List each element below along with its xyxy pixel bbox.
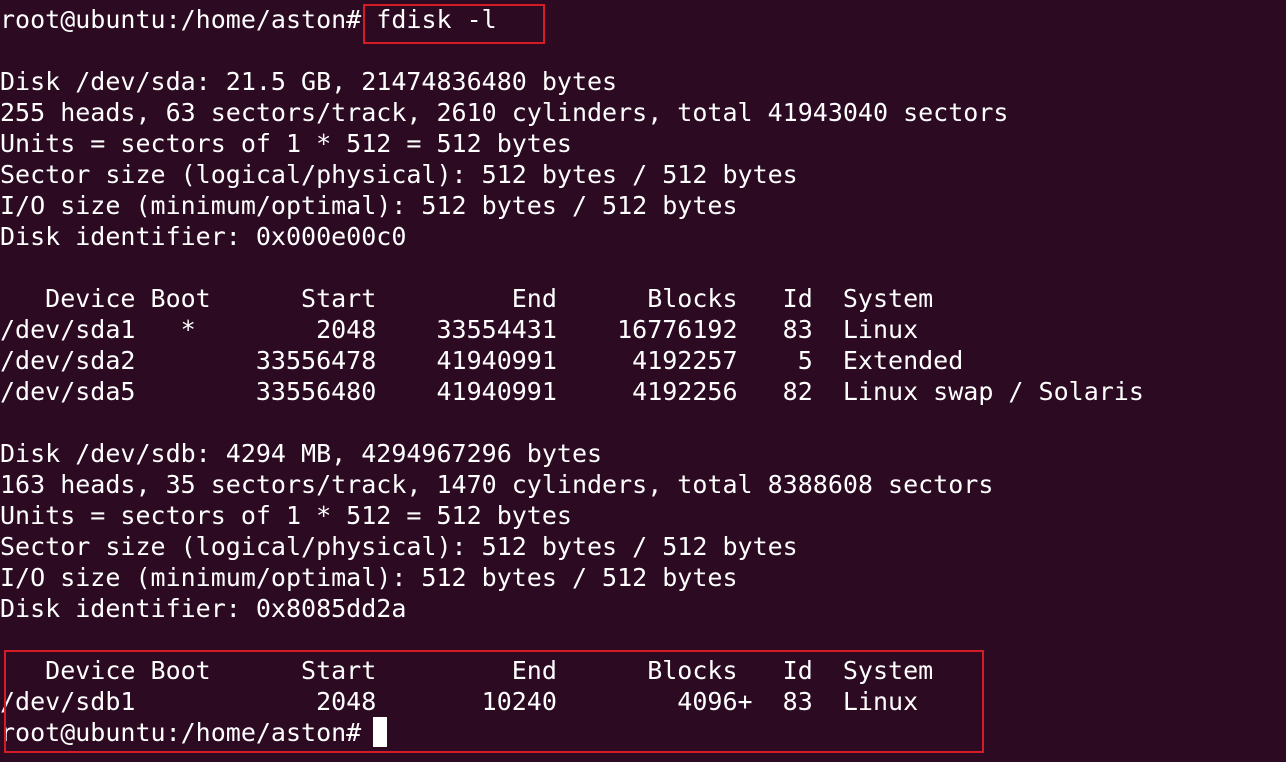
command-text: fdisk -l [376, 5, 497, 34]
text-cursor [373, 717, 388, 747]
output-line: I/O size (minimum/optimal): 512 bytes / … [0, 563, 738, 592]
partition-row: /dev/sda1 * 2048 33554431 16776192 83 Li… [0, 315, 919, 344]
partition-row: /dev/sda2 33556478 41940991 4192257 5 Ex… [0, 346, 964, 375]
output-line: 255 heads, 63 sectors/track, 2610 cylind… [0, 98, 1009, 127]
command-line: root@ubuntu:/home/aston# fdisk -l [0, 4, 497, 35]
output-line: Units = sectors of 1 * 512 = 512 bytes [0, 501, 572, 530]
output-line: I/O size (minimum/optimal): 512 bytes / … [0, 191, 738, 220]
output-line: Sector size (logical/physical): 512 byte… [0, 532, 798, 561]
output-line: Disk identifier: 0x000e00c0 [0, 222, 407, 251]
output-line: Disk /dev/sdb: 4294 MB, 4294967296 bytes [0, 439, 603, 468]
output-line: Disk /dev/sda: 21.5 GB, 21474836480 byte… [0, 67, 618, 96]
final-prompt-line[interactable]: root@ubuntu:/home/aston# [0, 717, 388, 748]
terminal-window[interactable]: root@ubuntu:/home/aston# fdisk -l Disk /… [0, 0, 1286, 762]
output-line: Units = sectors of 1 * 512 = 512 bytes [0, 129, 572, 158]
output-line: Sector size (logical/physical): 512 byte… [0, 160, 798, 189]
partition-row: /dev/sda5 33556480 41940991 4192256 82 L… [0, 377, 1144, 406]
output-line: Disk identifier: 0x8085dd2a [0, 594, 407, 623]
final-prompt: root@ubuntu:/home/aston# [0, 718, 362, 747]
partition-table-header: Device Boot Start End Blocks Id System [0, 284, 934, 313]
output-line: 163 heads, 35 sectors/track, 1470 cylind… [0, 470, 994, 499]
command-prompt: root@ubuntu:/home/aston# [0, 5, 362, 34]
partition-row: /dev/sdb1 2048 10240 4096+ 83 Linux [0, 687, 919, 716]
partition-table-header: Device Boot Start End Blocks Id System [0, 656, 934, 685]
